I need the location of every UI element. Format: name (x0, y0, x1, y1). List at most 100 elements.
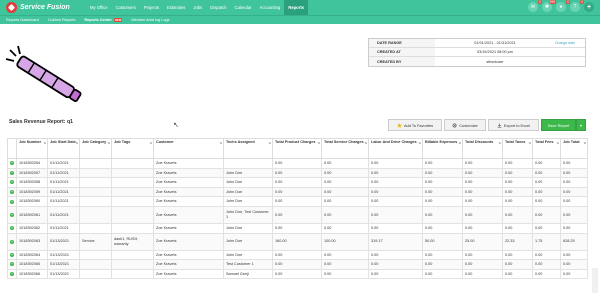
nav-item-3[interactable]: Estimates (163, 0, 189, 15)
table-row[interactable]: +1018392058 01/11/2021 Zoe Kravets John Doe… (7, 177, 588, 188)
table-row[interactable]: +1018392057 01/11/2021 Zoe Kravets John Doe… (7, 167, 588, 179)
column-header-14[interactable]: Job Total ⇅ (560, 138, 588, 159)
expand-row-icon[interactable]: + (10, 262, 14, 267)
expand-row-icon[interactable]: + (10, 199, 14, 204)
expand-cell[interactable]: + (7, 205, 17, 224)
nav-item-1[interactable]: Customers (112, 0, 140, 15)
table-cell: 0.00 (422, 249, 463, 261)
table-cell[interactable]: 1018392063 (16, 232, 48, 251)
column-header-2[interactable]: Job Start Date ⇅ (47, 138, 80, 159)
table-cell[interactable]: 1018392065 (16, 259, 48, 270)
expand-cell[interactable]: + (7, 196, 17, 207)
nav-item-5[interactable]: Dispatch (206, 0, 230, 15)
nav-item-4[interactable]: Jobs (189, 0, 206, 15)
table-cell[interactable]: 1018392060 (16, 196, 48, 207)
user-icon[interactable]: ● 0 (556, 0, 570, 12)
expand-cell[interactable]: + (7, 222, 17, 234)
table-cell: 01/11/2021 (47, 196, 80, 207)
expand-row-icon[interactable]: + (10, 190, 14, 195)
table-row[interactable]: +1018392061 01/11/2021 Zoe Kravets John Doe… (7, 205, 588, 224)
table-cell: 0.00 (422, 158, 463, 169)
table-row[interactable]: +1018392060 01/11/2021 Zoe Kravets John Doe… (7, 196, 588, 207)
page-scrollbar[interactable] (592, 268, 598, 293)
plus-icon[interactable]: + (584, 2, 594, 12)
nav-item-0[interactable]: My Office (86, 0, 112, 15)
column-header-6[interactable]: Techs Assigned ⇅ (223, 138, 273, 159)
column-header-1[interactable]: Job Number ⇅ (16, 138, 48, 159)
table-cell[interactable]: 1018392064 (16, 249, 48, 261)
table-row[interactable]: +1018392059 01/11/2021 Zoe Kravets John Doe… (7, 186, 588, 198)
column-header-4[interactable]: Job Tags ⇅ (111, 138, 154, 159)
expand-row-icon[interactable]: + (10, 252, 14, 257)
sort-icon: ⇅ (107, 141, 110, 145)
column-header-label: Total Service Charges (324, 140, 364, 144)
expand-cell[interactable]: + (7, 268, 17, 280)
expand-cell[interactable]: + (7, 232, 17, 251)
export-excel-button[interactable]: Export to Excel (488, 119, 539, 131)
expand-row-icon[interactable]: + (10, 226, 14, 231)
table-cell[interactable]: 1018392054 (16, 158, 48, 169)
expand-cell[interactable]: + (7, 167, 17, 179)
column-header-11[interactable]: Total Discounts ⇅ (462, 138, 503, 159)
save-report-button[interactable]: Save Report (541, 119, 576, 131)
subnav-item-0[interactable]: Reports Dashboard (6, 18, 39, 22)
save-options-dropdown[interactable]: ▾ (576, 119, 586, 131)
export-excel-label: Export to Excel (503, 122, 531, 128)
expand-cell[interactable]: + (7, 259, 17, 270)
table-row[interactable]: +1018392065 01/13/2021 Zoe Kravets Test Cus… (7, 259, 588, 270)
mail-icon[interactable]: ✉ 0 (528, 0, 542, 12)
created-at-label: CREATED AT (369, 48, 435, 56)
table-row[interactable]: +1018392054 01/11/2021 Zoe Kravets 0.00 0.00… (7, 158, 588, 169)
column-header-12[interactable]: Total Taxes ⇅ (502, 138, 533, 159)
column-header-13[interactable]: Total Fees ⇅ (532, 138, 561, 159)
table-header-row: Job Number ⇅ Job Start Date ⇅ Job Category ⇅ J… (7, 138, 588, 159)
expand-row-icon[interactable]: + (10, 170, 14, 175)
column-header-7[interactable]: Total Product Charges ⇅ (272, 138, 322, 159)
table-row[interactable]: +1018392064 01/13/2021 Zoe Kravets John Doe… (7, 249, 588, 261)
column-header-3[interactable]: Job Category ⇅ (79, 138, 112, 159)
subnav-item-2[interactable]: Reports Center NEW (84, 18, 123, 22)
table-cell[interactable]: 1018392058 (16, 177, 48, 188)
column-header-5[interactable]: Customer ⇅ (153, 138, 224, 159)
subnav-item-3[interactable]: Member Area log Logs (131, 18, 169, 22)
table-cell[interactable]: 1018392062 (16, 222, 48, 234)
table-row[interactable]: +1018392063 01/13/2021 Service dash1, RUSH,… (7, 232, 588, 251)
bell-icon[interactable]: ✱ 999 (542, 0, 556, 12)
nav-item-2[interactable]: Projects (140, 0, 163, 15)
subnav-item-1[interactable]: Custom Reports (48, 18, 75, 22)
expand-cell[interactable]: + (7, 186, 17, 198)
table-cell[interactable]: 1018392066 (16, 268, 48, 280)
nav-item-8[interactable]: Reports (284, 0, 309, 15)
table-cell: 01/13/2021 (47, 249, 80, 261)
sub-navbar: Reports Dashboard Custom Reports Reports C… (0, 15, 600, 24)
column-header-9[interactable]: Labor And Drive Charges ⇅ (368, 138, 423, 159)
table-cell[interactable]: 1018392059 (16, 186, 48, 198)
expand-row-icon[interactable]: + (10, 161, 14, 166)
nav-item-7[interactable]: Accounting (256, 0, 285, 15)
expand-row-icon[interactable]: + (10, 239, 14, 244)
help-icon[interactable]: ? 0 (570, 0, 584, 12)
table-cell: John Doe (223, 186, 273, 198)
table-cell: 0.00 (532, 186, 561, 198)
expand-cell[interactable]: + (7, 249, 17, 261)
expand-row-icon[interactable]: + (10, 272, 14, 277)
add-to-favorites-button[interactable]: Add To Favorites (388, 119, 442, 131)
table-row[interactable]: +1018392066 01/13/2021 Zoe Kravets Samuel G… (7, 268, 588, 280)
table-cell[interactable]: 1018392057 (16, 167, 48, 179)
table-cell (111, 259, 154, 270)
column-header-10[interactable]: Billable Expenses ⇅ (422, 138, 463, 159)
expand-cell[interactable]: + (7, 177, 17, 188)
table-cell[interactable]: 1018392061 (16, 205, 48, 224)
table-cell: 0.00 (462, 177, 503, 188)
expand-row-icon[interactable]: + (10, 212, 14, 217)
column-header-8[interactable]: Total Service Charges ⇅ (321, 138, 369, 159)
customize-button[interactable]: Customize (444, 119, 486, 131)
nav-item-6[interactable]: Calendar (231, 0, 256, 15)
expand-cell[interactable]: + (7, 158, 17, 169)
expand-row-icon[interactable]: + (10, 180, 14, 185)
table-cell: 0.00 (502, 158, 533, 169)
table-row[interactable]: +1018392062 01/11/2021 Zoe Kravets John Doe… (7, 222, 588, 234)
app-logo[interactable]: Service Fusion (6, 2, 70, 13)
table-cell: 0.00 (272, 268, 322, 280)
change-date-link[interactable]: Change date (555, 41, 585, 45)
